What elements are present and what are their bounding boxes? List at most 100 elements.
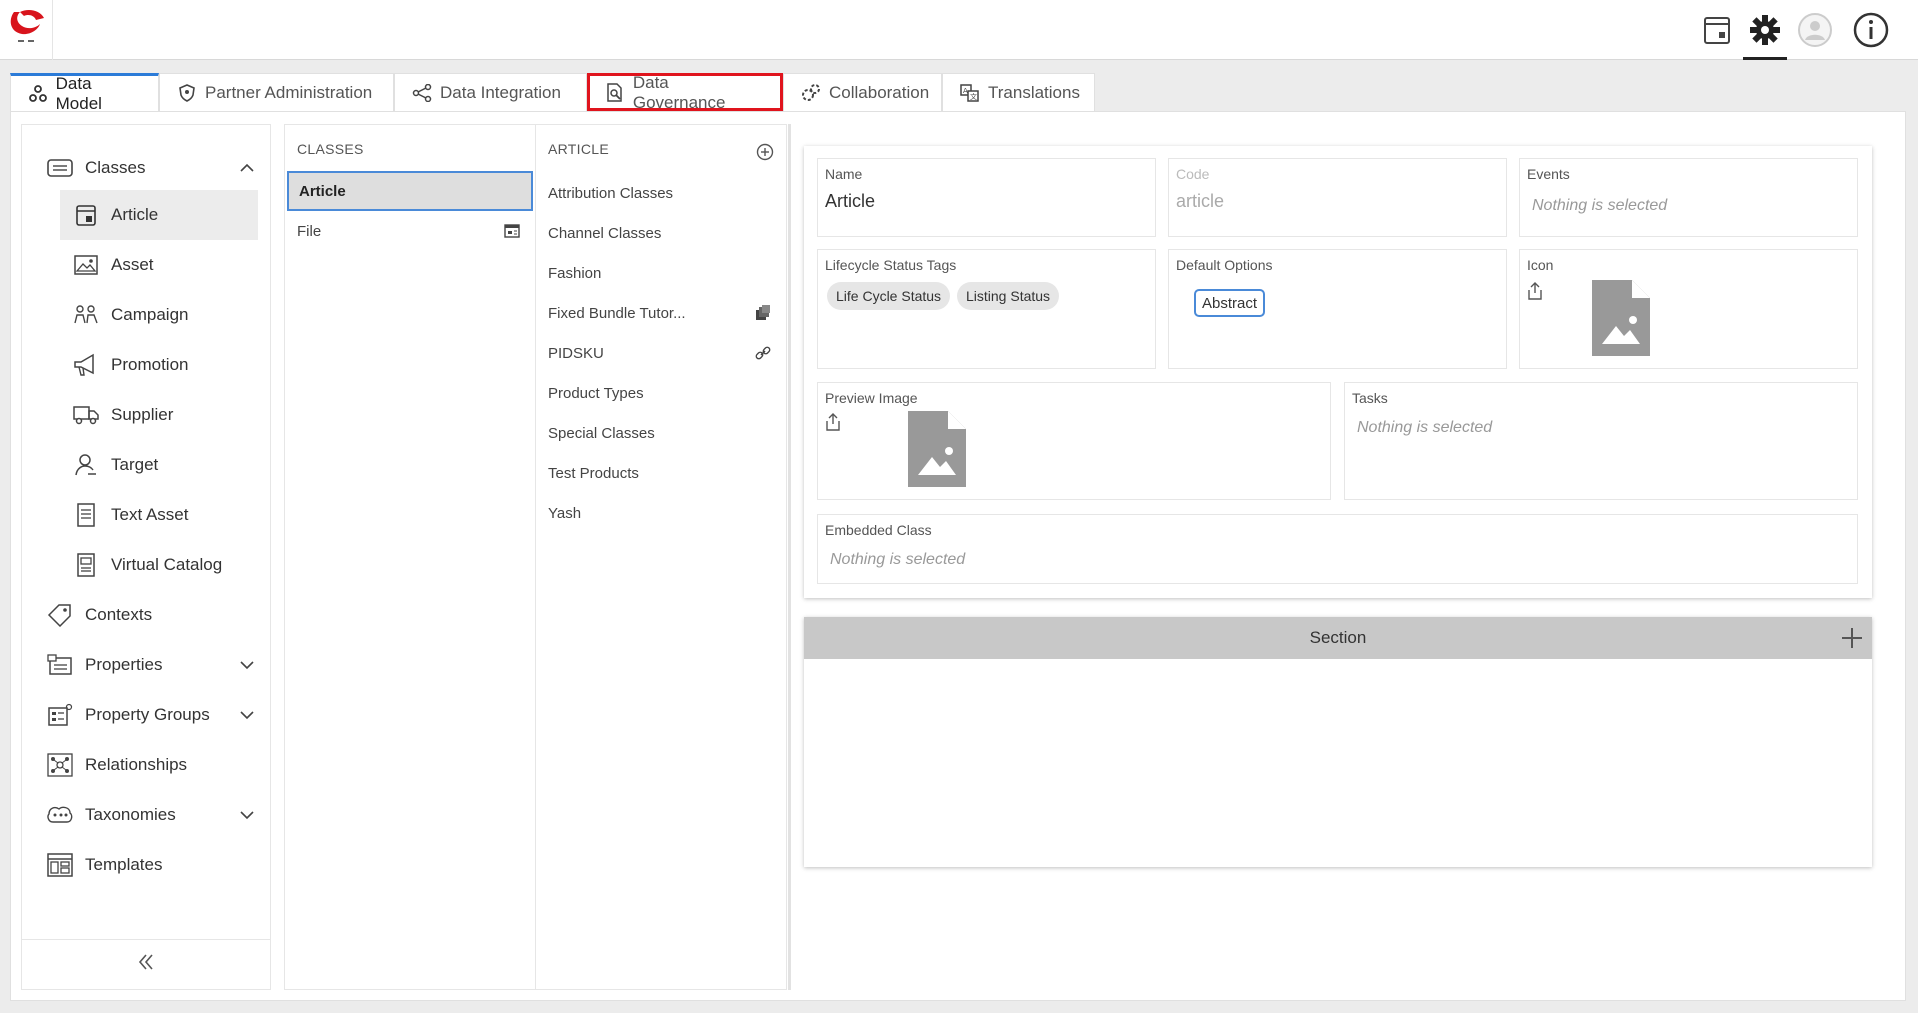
sidebar: Classes Article Asset Campaign Promotion… [21, 124, 271, 990]
subclass-row[interactable]: Product Types [538, 373, 784, 413]
lifecycle-tag-chip[interactable]: Life Cycle Status [827, 282, 951, 310]
code-label: Code [1176, 166, 1210, 182]
subclass-label: Yash [548, 504, 582, 522]
sidebar-item-text-asset[interactable]: Text Asset [60, 490, 258, 540]
truck-icon [72, 401, 100, 429]
sidebar-item-label: Contexts [85, 605, 153, 624]
tab-data-governance[interactable]: Data Governance [587, 72, 783, 112]
image-placeholder-icon [908, 411, 966, 487]
sidebar-item-relationships[interactable]: Relationships [22, 740, 270, 790]
sidebar-item-taxonomies[interactable]: Taxonomies [22, 790, 270, 840]
lifecycle-status-field[interactable]: Lifecycle Status Tags Life Cycle Status … [817, 249, 1156, 369]
sidebar-item-label: Target [111, 455, 159, 474]
sidebar-item-templates[interactable]: Templates [22, 840, 270, 890]
subclass-label: Product Types [548, 384, 644, 402]
tasks-field[interactable]: Tasks Nothing is selected [1344, 382, 1858, 500]
sidebar-item-target[interactable]: Target [60, 440, 258, 490]
default-options-field[interactable]: Default Options Abstract [1168, 249, 1507, 369]
image-placeholder-icon [1592, 280, 1650, 356]
option-label: Abstract [1202, 294, 1258, 312]
embedded-class-label: Embedded Class [825, 522, 932, 538]
name-value: Article [825, 191, 876, 211]
preview-image-field[interactable]: Preview Image [817, 382, 1331, 500]
upload-icon[interactable] [825, 413, 843, 433]
info-icon[interactable] [1853, 12, 1889, 48]
app-logo[interactable] [6, 6, 52, 46]
tab-label: Data Governance [632, 72, 726, 112]
sidebar-item-label: Promotion [111, 355, 189, 374]
sidebar-item-label: Supplier [111, 405, 174, 424]
data-model-icon [28, 84, 48, 104]
tab-collaboration[interactable]: Collaboration [783, 73, 942, 111]
tab-label: Collaboration [829, 82, 930, 102]
gears-icon [801, 83, 821, 103]
lifecycle-label: Lifecycle Status Tags [825, 257, 957, 273]
tab-label: Data Model [55, 73, 102, 113]
tag-icon [46, 601, 74, 629]
user-avatar-icon[interactable] [1797, 12, 1833, 48]
tab-translations[interactable]: A文 Translations [942, 73, 1095, 111]
sidebar-item-article[interactable]: Article [60, 190, 258, 240]
subclass-row[interactable]: Fashion [538, 253, 784, 293]
sidebar-item-property-groups[interactable]: Property Groups [22, 690, 270, 740]
sidebar-item-supplier[interactable]: Supplier [60, 390, 258, 440]
sidebar-item-label: Properties [85, 655, 163, 674]
subclass-row[interactable]: Yash [538, 493, 784, 533]
embedded-class-field[interactable]: Embedded Class Nothing is selected [817, 514, 1858, 584]
megaphone-icon [72, 351, 100, 379]
subclass-label: Fixed Bundle Tutor... [548, 304, 686, 322]
tasks-label: Tasks [1352, 390, 1388, 406]
subclass-row[interactable]: Fixed Bundle Tutor... [538, 293, 784, 333]
name-field[interactable]: Name Article [817, 158, 1156, 237]
taxonomy-icon [46, 801, 74, 829]
tab-data-integration[interactable]: Data Integration [394, 73, 587, 111]
lifecycle-tag-chip[interactable]: Listing Status [957, 282, 1060, 310]
article-column: ARTICLE Attribution Classes Channel Clas… [535, 124, 787, 990]
tab-label: Data Integration [440, 82, 561, 102]
sidebar-item-label: Taxonomies [85, 805, 176, 824]
chevron-down-icon[interactable] [238, 656, 256, 674]
events-field[interactable]: Events Nothing is selected [1519, 158, 1858, 237]
subclass-row[interactable]: PIDSKU [538, 333, 784, 373]
link-icon [754, 344, 772, 362]
chevron-up-icon[interactable] [238, 159, 256, 177]
sidebar-item-contexts[interactable]: Contexts [22, 590, 270, 640]
sidebar-item-label: Campaign [111, 305, 189, 324]
sidebar-item-label: Virtual Catalog [111, 555, 223, 574]
class-row-file[interactable]: File [287, 211, 533, 251]
chevron-down-icon[interactable] [238, 806, 256, 824]
gear-icon[interactable] [1743, 12, 1787, 60]
person-icon [72, 451, 100, 479]
sidebar-item-label: Property Groups [85, 705, 210, 724]
shield-icon [177, 83, 197, 103]
svg-text:A: A [963, 87, 968, 95]
tab-partner-administration[interactable]: Partner Administration [159, 73, 394, 111]
subclass-row[interactable]: Test Products [538, 453, 784, 493]
tab-data-model[interactable]: Data Model [10, 73, 159, 113]
double-chevron-left-icon [136, 953, 156, 976]
sidebar-item-asset[interactable]: Asset [60, 240, 258, 290]
sidebar-item-properties[interactable]: Properties [22, 640, 270, 690]
sidebar-item-promotion[interactable]: Promotion [60, 340, 258, 390]
sidebar-item-campaign[interactable]: Campaign [60, 290, 258, 340]
subclass-row[interactable]: Special Classes [538, 413, 784, 453]
collapse-sidebar-button[interactable] [22, 939, 270, 989]
calendar-icon[interactable] [1699, 12, 1735, 48]
icon-field[interactable]: Icon [1519, 249, 1858, 369]
image-icon [72, 251, 100, 279]
class-row-article[interactable]: Article [287, 171, 533, 211]
chevron-down-icon[interactable] [238, 706, 256, 724]
subclass-row[interactable]: Channel Classes [538, 213, 784, 253]
subclass-row[interactable]: Attribution Classes [538, 173, 784, 213]
sidebar-item-virtual-catalog[interactable]: Virtual Catalog [60, 540, 258, 590]
upload-icon[interactable] [1527, 282, 1545, 302]
sidebar-item-classes[interactable]: Classes [22, 143, 270, 193]
sidebar-item-label: Text Asset [111, 505, 189, 524]
name-label: Name [825, 166, 863, 182]
add-section-icon[interactable] [1840, 626, 1864, 650]
code-value: article [1176, 191, 1225, 211]
tab-label: Partner Administration [205, 82, 373, 102]
abstract-option[interactable]: Abstract [1194, 289, 1266, 317]
sidebar-item-label: Classes [85, 158, 146, 177]
add-circle-icon[interactable] [756, 143, 774, 161]
